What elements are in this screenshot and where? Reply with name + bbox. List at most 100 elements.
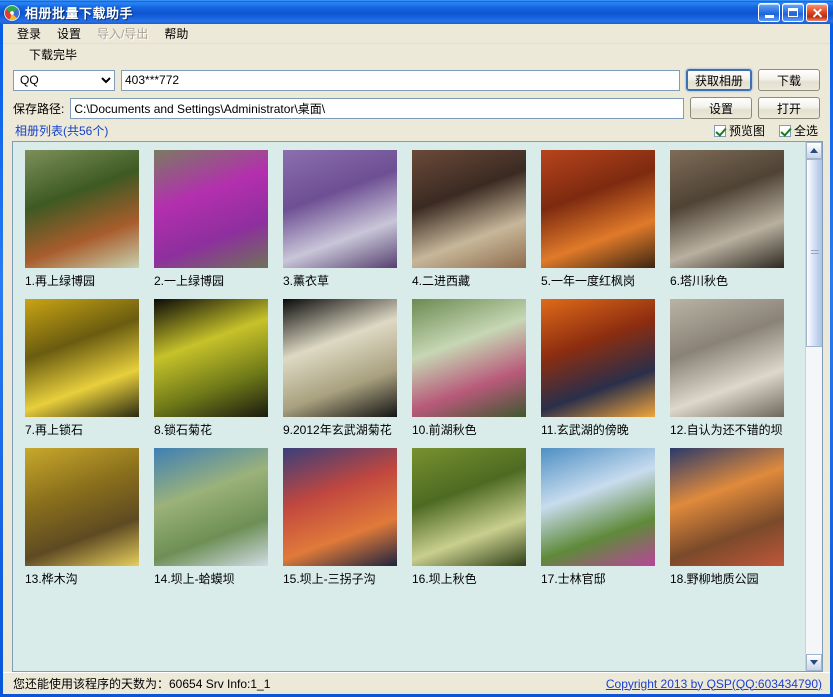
album-thumbnail[interactable] xyxy=(670,299,784,417)
save-path-label: 保存路径: xyxy=(13,101,65,116)
checkbox-icon[interactable] xyxy=(778,124,791,137)
scroll-up-arrow-icon[interactable] xyxy=(806,142,822,159)
album-thumbnail[interactable] xyxy=(25,299,139,417)
album-item[interactable]: 5.一年一度红枫岗 xyxy=(541,150,670,291)
album-caption: 18.野柳地质公园 xyxy=(670,572,759,586)
album-thumbnail[interactable] xyxy=(283,150,397,268)
fetch-album-button[interactable]: 获取相册 xyxy=(685,69,752,91)
preview-checkbox[interactable]: 预览图 xyxy=(713,122,765,139)
minimize-button[interactable] xyxy=(758,3,780,22)
album-thumbnail[interactable] xyxy=(25,150,139,268)
account-row: QQ 获取相册 下载 xyxy=(13,69,820,91)
window-title: 相册批量下载助手 xyxy=(25,6,134,21)
album-caption: 9.2012年玄武湖菊花 xyxy=(283,423,392,437)
menu-bar: 登录 设置 导入/导出 帮助 xyxy=(3,24,830,44)
menu-help[interactable]: 帮助 xyxy=(156,24,196,44)
album-item[interactable]: 14.坝上-蛤蟆坝 xyxy=(154,448,283,589)
album-item[interactable]: 11.玄武湖的傍晚 xyxy=(541,299,670,440)
album-caption: 3.薰衣草 xyxy=(283,274,330,288)
download-status-row: 下载完毕 xyxy=(3,44,830,65)
title-bar: 相册批量下载助手 xyxy=(0,0,833,24)
album-caption: 7.再上锁石 xyxy=(25,423,84,437)
menu-import-export: 导入/导出 xyxy=(97,27,149,41)
license-days-text: 您还能使用该程序的天数为：60654 Srv Info:1_1 xyxy=(13,677,271,691)
album-item[interactable]: 12.自认为还不错的坝 xyxy=(670,299,799,440)
window-controls xyxy=(758,3,830,22)
album-thumbnail[interactable] xyxy=(412,150,526,268)
album-caption: 11.玄武湖的傍晚 xyxy=(541,423,629,437)
save-path-row: 保存路径: 设置 打开 xyxy=(13,97,820,119)
scrollbar-track[interactable] xyxy=(806,159,822,654)
copyright-link[interactable]: Copyright 2013 by QSP(QQ:603434790) xyxy=(606,677,822,691)
album-item[interactable]: 4.二进西藏 xyxy=(412,150,541,291)
album-thumbnail[interactable] xyxy=(670,150,784,268)
album-thumbnail[interactable] xyxy=(154,299,268,417)
album-caption: 2.一上绿博园 xyxy=(154,274,225,288)
album-item[interactable]: 6.塔川秋色 xyxy=(670,150,799,291)
album-caption: 1.再上绿博园 xyxy=(25,274,96,288)
album-caption: 16.坝上秋色 xyxy=(412,572,477,586)
album-item[interactable]: 1.再上绿博园 xyxy=(25,150,154,291)
album-thumbnail[interactable] xyxy=(412,299,526,417)
album-caption: 6.塔川秋色 xyxy=(670,274,729,288)
select-all-checkbox-label: 全选 xyxy=(793,124,818,138)
album-list-options: 预览图 全选 xyxy=(713,122,818,139)
settings-button[interactable]: 设置 xyxy=(690,97,752,119)
application-window: 相册批量下载助手 登录 设置 导入/导出 帮助 下载完毕 QQ 获取相册 xyxy=(0,0,833,697)
maximize-button[interactable] xyxy=(782,3,804,22)
album-thumbnail[interactable] xyxy=(412,448,526,566)
save-path-input[interactable] xyxy=(70,97,684,119)
album-item[interactable]: 9.2012年玄武湖菊花 xyxy=(283,299,412,440)
album-caption: 13.桦木沟 xyxy=(25,572,78,586)
album-thumbnail[interactable] xyxy=(154,150,268,268)
album-caption: 8.锁石菊花 xyxy=(154,423,213,437)
album-thumbnail[interactable] xyxy=(541,150,655,268)
album-caption: 4.二进西藏 xyxy=(412,274,471,288)
album-caption: 15.坝上-三拐子沟 xyxy=(283,572,376,586)
select-all-checkbox[interactable]: 全选 xyxy=(778,122,818,139)
download-status-text: 下载完毕 xyxy=(29,48,78,62)
album-gallery-panel: 1.再上绿博园 2.一上绿博园 3.薰衣草 4.二进西藏 5.一年一度红枫岗 6.塔川秋色… xyxy=(12,141,823,672)
preview-checkbox-label: 预览图 xyxy=(728,124,765,138)
close-button[interactable] xyxy=(806,3,828,22)
album-gallery: 1.再上绿博园 2.一上绿博园 3.薰衣草 4.二进西藏 5.一年一度红枫岗 6.塔川秋色… xyxy=(13,142,805,671)
toolbar-area: QQ 获取相册 下载 保存路径: 设置 打开 xyxy=(3,65,830,121)
scroll-down-arrow-icon[interactable] xyxy=(806,654,822,671)
album-item[interactable]: 2.一上绿博园 xyxy=(154,150,283,291)
album-item[interactable]: 18.野柳地质公园 xyxy=(670,448,799,589)
album-thumbnail[interactable] xyxy=(541,448,655,566)
album-caption: 10.前湖秋色 xyxy=(412,423,477,437)
album-item[interactable]: 17.士林官邸 xyxy=(541,448,670,589)
account-input[interactable] xyxy=(121,69,680,91)
download-button[interactable]: 下载 xyxy=(758,69,820,91)
album-thumbnail[interactable] xyxy=(283,448,397,566)
menu-settings[interactable]: 设置 xyxy=(49,24,89,44)
album-thumbnail[interactable] xyxy=(25,448,139,566)
album-caption: 14.坝上-蛤蟆坝 xyxy=(154,572,235,586)
account-type-select[interactable]: QQ xyxy=(13,69,115,91)
album-item[interactable]: 8.锁石菊花 xyxy=(154,299,283,440)
open-folder-button[interactable]: 打开 xyxy=(758,97,820,119)
status-bar: 您还能使用该程序的天数为：60654 Srv Info:1_1 Copyrigh… xyxy=(3,672,830,694)
photo-album-icon xyxy=(4,4,20,21)
gallery-scrollbar[interactable] xyxy=(805,142,822,671)
album-caption: 5.一年一度红枫岗 xyxy=(541,274,636,288)
album-item[interactable]: 3.薰衣草 xyxy=(283,150,412,291)
album-item[interactable]: 16.坝上秋色 xyxy=(412,448,541,589)
album-thumbnail[interactable] xyxy=(670,448,784,566)
album-list-caption: 相册列表(共56个) xyxy=(15,124,109,138)
checkbox-icon[interactable] xyxy=(713,124,726,137)
album-item[interactable]: 7.再上锁石 xyxy=(25,299,154,440)
scrollbar-thumb[interactable] xyxy=(806,159,822,348)
album-item[interactable]: 10.前湖秋色 xyxy=(412,299,541,440)
client-area: 登录 设置 导入/导出 帮助 下载完毕 QQ 获取相册 下载 保存路径: 设置 xyxy=(3,24,830,694)
album-item[interactable]: 13.桦木沟 xyxy=(25,448,154,589)
album-thumbnail[interactable] xyxy=(541,299,655,417)
album-thumbnail[interactable] xyxy=(283,299,397,417)
menu-login[interactable]: 登录 xyxy=(9,24,49,44)
album-thumbnail[interactable] xyxy=(154,448,268,566)
album-caption: 17.士林官邸 xyxy=(541,572,606,586)
album-item[interactable]: 15.坝上-三拐子沟 xyxy=(283,448,412,589)
album-list-header: 相册列表(共56个) 预览图 全选 xyxy=(3,121,830,141)
album-caption: 12.自认为还不错的坝 xyxy=(670,423,783,437)
